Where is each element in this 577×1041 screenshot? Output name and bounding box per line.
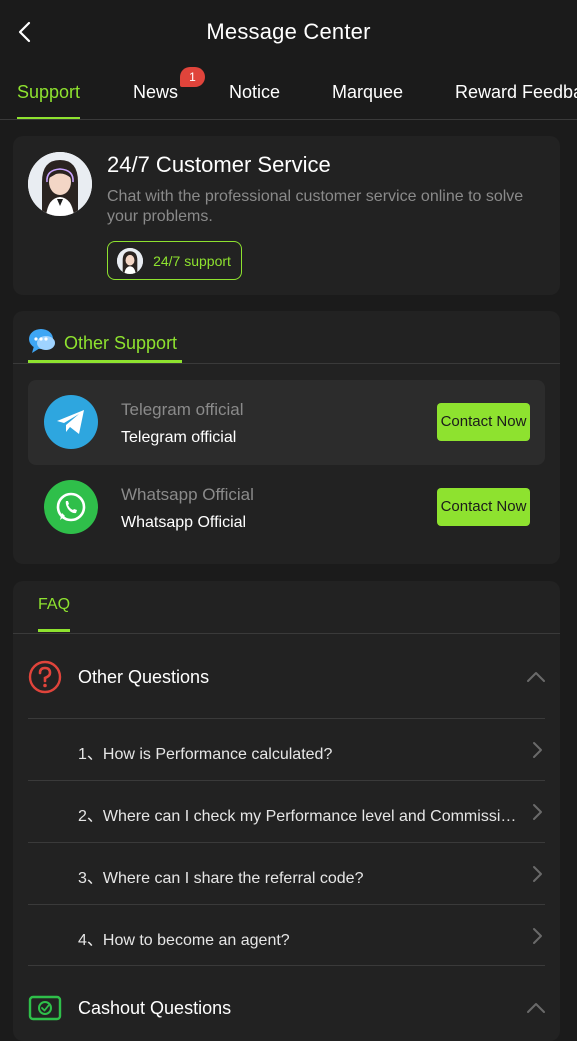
tab-support[interactable]: Support: [17, 64, 81, 119]
divider: [13, 363, 560, 364]
faq-question[interactable]: 3、Where can I share the referral code?: [78, 864, 518, 888]
customer-service-description: Chat with the professional customer serv…: [107, 188, 524, 225]
category-cashout-questions[interactable]: Cashout Questions: [78, 998, 231, 1019]
page-title: Message Center: [206, 19, 371, 44]
tab-news[interactable]: News: [133, 64, 178, 119]
divider: [28, 718, 545, 719]
tab-marquee[interactable]: Marquee: [332, 64, 403, 119]
telegram-name: Telegram official: [121, 400, 244, 419]
faq-tab-underline: [38, 629, 70, 632]
question-circle-icon: [28, 660, 62, 694]
agent-mini-avatar: [117, 247, 143, 274]
cashout-icon: [28, 991, 62, 1025]
tab-bar: Support News Notice Marquee Reward Feedb…: [0, 64, 577, 120]
support-chat-button[interactable]: 24/7 support: [107, 241, 242, 280]
customer-service-title: 24/7 Customer Service: [107, 152, 331, 177]
whatsapp-icon: [44, 480, 98, 534]
telegram-icon: [44, 395, 98, 449]
support-button-label: 24/7 support: [153, 252, 231, 269]
chat-bubbles-icon: [28, 328, 56, 359]
whatsapp-contact-button[interactable]: Contact Now: [437, 488, 530, 526]
tab-reward-feedback[interactable]: Reward Feedback: [455, 64, 577, 119]
divider: [28, 780, 545, 781]
other-support-header: Other Support: [28, 322, 182, 364]
chevron-up-icon[interactable]: [526, 670, 546, 684]
agent-avatar: [28, 152, 92, 216]
divider: [28, 842, 545, 843]
chevron-up-icon[interactable]: [526, 1001, 546, 1015]
chevron-right-icon: [531, 740, 543, 760]
chevron-right-icon: [531, 802, 543, 822]
other-support-title: Other Support: [64, 332, 178, 353]
chevron-right-icon: [531, 926, 543, 946]
whatsapp-subtitle: Whatsapp Official: [121, 514, 247, 531]
faq-question[interactable]: 2、Where can I check my Performance level…: [78, 802, 518, 826]
faq-tab[interactable]: FAQ: [38, 596, 70, 614]
category-other-questions[interactable]: Other Questions: [78, 667, 209, 688]
faq-question[interactable]: 4、How to become an agent?: [78, 926, 518, 950]
news-unread-badge: 1: [180, 67, 205, 87]
tab-notice[interactable]: Notice: [229, 64, 280, 119]
header-bar: Message Center: [0, 0, 577, 64]
divider: [13, 633, 560, 634]
divider: [28, 965, 545, 966]
divider: [28, 904, 545, 905]
telegram-subtitle: Telegram official: [121, 429, 237, 446]
chevron-right-icon: [531, 864, 543, 884]
faq-question[interactable]: 1、How is Performance calculated?: [78, 740, 518, 764]
back-icon[interactable]: [12, 18, 36, 46]
whatsapp-name: Whatsapp Official: [121, 485, 254, 504]
telegram-contact-button[interactable]: Contact Now: [437, 403, 530, 441]
